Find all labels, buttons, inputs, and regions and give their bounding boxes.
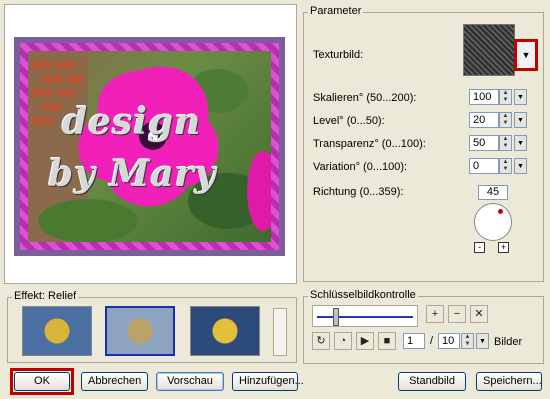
frames-unit-label: Bilder (494, 336, 523, 348)
chevron-down-icon: ▼ (517, 94, 524, 101)
variation-spinner[interactable]: ▲ ▼ (499, 158, 512, 174)
skalieren-spinner[interactable]: ▲ ▼ (499, 89, 512, 105)
effect-thumbnail-3[interactable] (190, 306, 260, 356)
keyframe-transform-icon[interactable]: ✕ (470, 305, 488, 323)
flower-image (28, 51, 271, 242)
total-frames-spinner[interactable]: ▲ ▼ (461, 333, 474, 349)
cancel-button[interactable]: Abbrechen (81, 372, 148, 391)
skalieren-input[interactable]: 100 (469, 89, 499, 105)
direction-dial[interactable] (474, 203, 512, 241)
preview-button[interactable]: Vorschau (156, 372, 224, 391)
add-keyframe-icon[interactable]: + (426, 305, 444, 323)
spin-down-icon[interactable]: ▼ (500, 143, 511, 150)
chevron-down-icon: ▼ (517, 140, 524, 147)
spin-up-icon[interactable]: ▲ (500, 136, 511, 143)
preview-image: design by Mary (28, 51, 271, 242)
level-dropdown-button[interactable]: ▼ (514, 112, 527, 128)
chevron-down-icon: ▼ (479, 338, 486, 345)
stop-icon[interactable]: ■ (378, 332, 396, 350)
transparenz-spinner[interactable]: ▲ ▼ (499, 135, 512, 151)
highlight-ok-outline (10, 368, 74, 395)
watermark-text-line1: design (62, 101, 202, 143)
variation-input[interactable]: 0 (469, 158, 499, 174)
current-frame-input[interactable]: 1 (403, 333, 425, 349)
skalieren-dropdown-button[interactable]: ▼ (514, 89, 527, 105)
field-label-level: Level° (0...50): (313, 115, 385, 127)
texture-dropdown-button[interactable]: ▼ (514, 39, 538, 71)
keyframe-group-label: Schlüsselbildkontrolle (308, 289, 418, 301)
loop-icon[interactable]: ↻ (312, 332, 330, 350)
texturbild-label: Texturbild: (313, 49, 364, 61)
remove-keyframe-icon[interactable]: − (448, 305, 466, 323)
save-button[interactable]: Speichern... (476, 372, 542, 391)
dial-handle[interactable] (498, 209, 503, 214)
variation-dropdown-button[interactable]: ▼ (514, 158, 527, 174)
timeline-slider-handle[interactable] (333, 308, 339, 326)
effect-scrollbar[interactable] (273, 308, 287, 356)
direction-minus-button[interactable]: - (474, 242, 485, 253)
keyframe-timeline[interactable] (312, 305, 418, 327)
spin-down-icon[interactable]: ▼ (500, 166, 511, 173)
field-label-variation: Variation° (0...100): (313, 161, 408, 173)
transparenz-input[interactable]: 50 (469, 135, 499, 151)
spin-down-icon[interactable]: ▼ (500, 120, 511, 127)
level-spinner[interactable]: ▲ ▼ (499, 112, 512, 128)
spin-up-icon[interactable]: ▲ (500, 159, 511, 166)
level-input[interactable]: 20 (469, 112, 499, 128)
frame-separator: / (430, 335, 434, 347)
richtung-input[interactable]: 45 (478, 185, 508, 200)
parameter-group-label: Parameter (308, 5, 364, 17)
watermark-text-line2: by Mary (48, 153, 217, 195)
richtung-label: Richtung (0...359): (313, 186, 404, 198)
transparenz-dropdown-button[interactable]: ▼ (514, 135, 527, 151)
effect-label: Effekt: Relief (12, 290, 79, 302)
chevron-down-icon: ▼ (521, 50, 531, 60)
chevron-down-icon: ▼ (517, 117, 524, 124)
spin-up-icon[interactable]: ▲ (462, 334, 473, 341)
effect-thumbnail-1[interactable] (22, 306, 92, 356)
chevron-down-icon: ▼ (517, 163, 524, 170)
total-frames-dropdown-button[interactable]: ▼ (476, 333, 489, 349)
total-frames-input[interactable]: 10 (438, 333, 460, 349)
field-label-transparenz: Transparenz° (0...100): (313, 138, 426, 150)
texture-preview (463, 24, 515, 76)
spin-down-icon[interactable]: ▼ (462, 341, 473, 348)
effect-thumbnail-2-selected[interactable] (105, 306, 175, 356)
rewind-icon[interactable]: ◔ (334, 332, 352, 350)
spin-up-icon[interactable]: ▲ (500, 90, 511, 97)
field-label-skalieren: Skalieren° (50...200): (313, 92, 417, 104)
add-button[interactable]: Hinzufügen... (232, 372, 304, 391)
spin-up-icon[interactable]: ▲ (500, 113, 511, 120)
direction-plus-button[interactable]: + (498, 242, 509, 253)
play-icon[interactable]: ▶ (356, 332, 374, 350)
still-button[interactable]: Standbild (398, 372, 466, 391)
spin-down-icon[interactable]: ▼ (500, 97, 511, 104)
